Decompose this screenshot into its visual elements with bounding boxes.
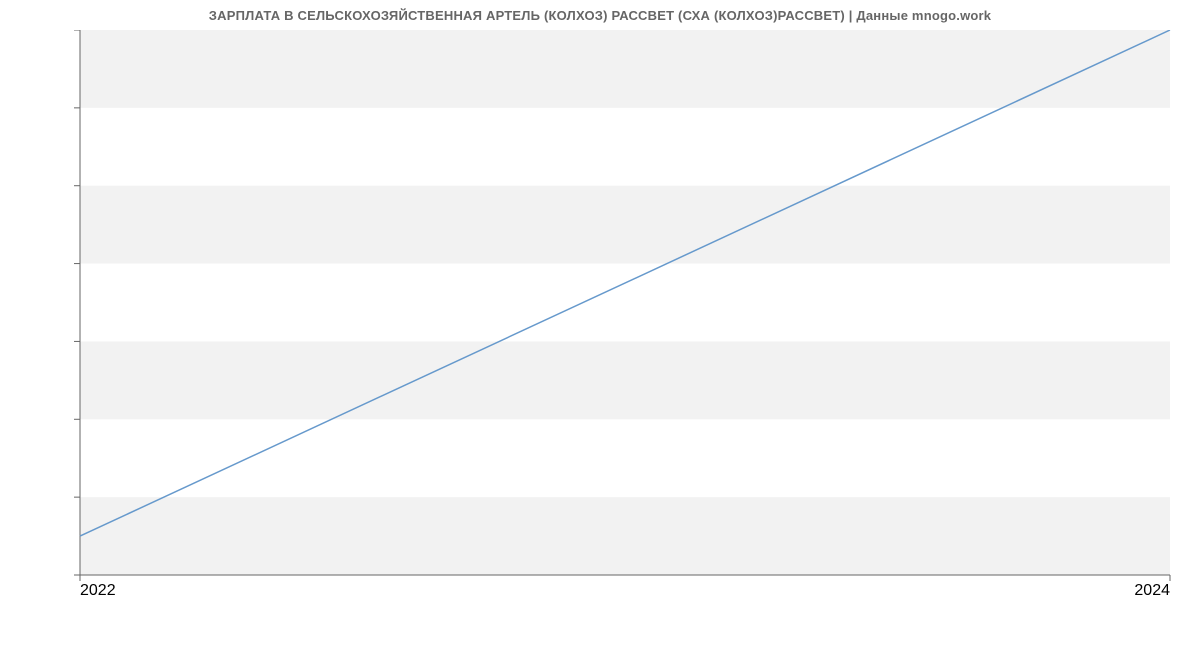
- x-tick-label: 2022: [80, 582, 116, 599]
- chart-svg: 1600018000200002200024000260002800030000…: [70, 30, 1180, 600]
- plot-area: 1600018000200002200024000260002800030000…: [70, 30, 1180, 600]
- grid-band: [80, 341, 1170, 419]
- grid-band: [80, 497, 1170, 575]
- chart-title: ЗАРПЛАТА В СЕЛЬСКОХОЗЯЙСТВЕННАЯ АРТЕЛЬ (…: [0, 0, 1200, 23]
- grid-band: [80, 30, 1170, 108]
- chart-container: ЗАРПЛАТА В СЕЛЬСКОХОЗЯЙСТВЕННАЯ АРТЕЛЬ (…: [0, 0, 1200, 630]
- grid-band: [80, 186, 1170, 264]
- x-tick-label: 2024: [1134, 582, 1170, 599]
